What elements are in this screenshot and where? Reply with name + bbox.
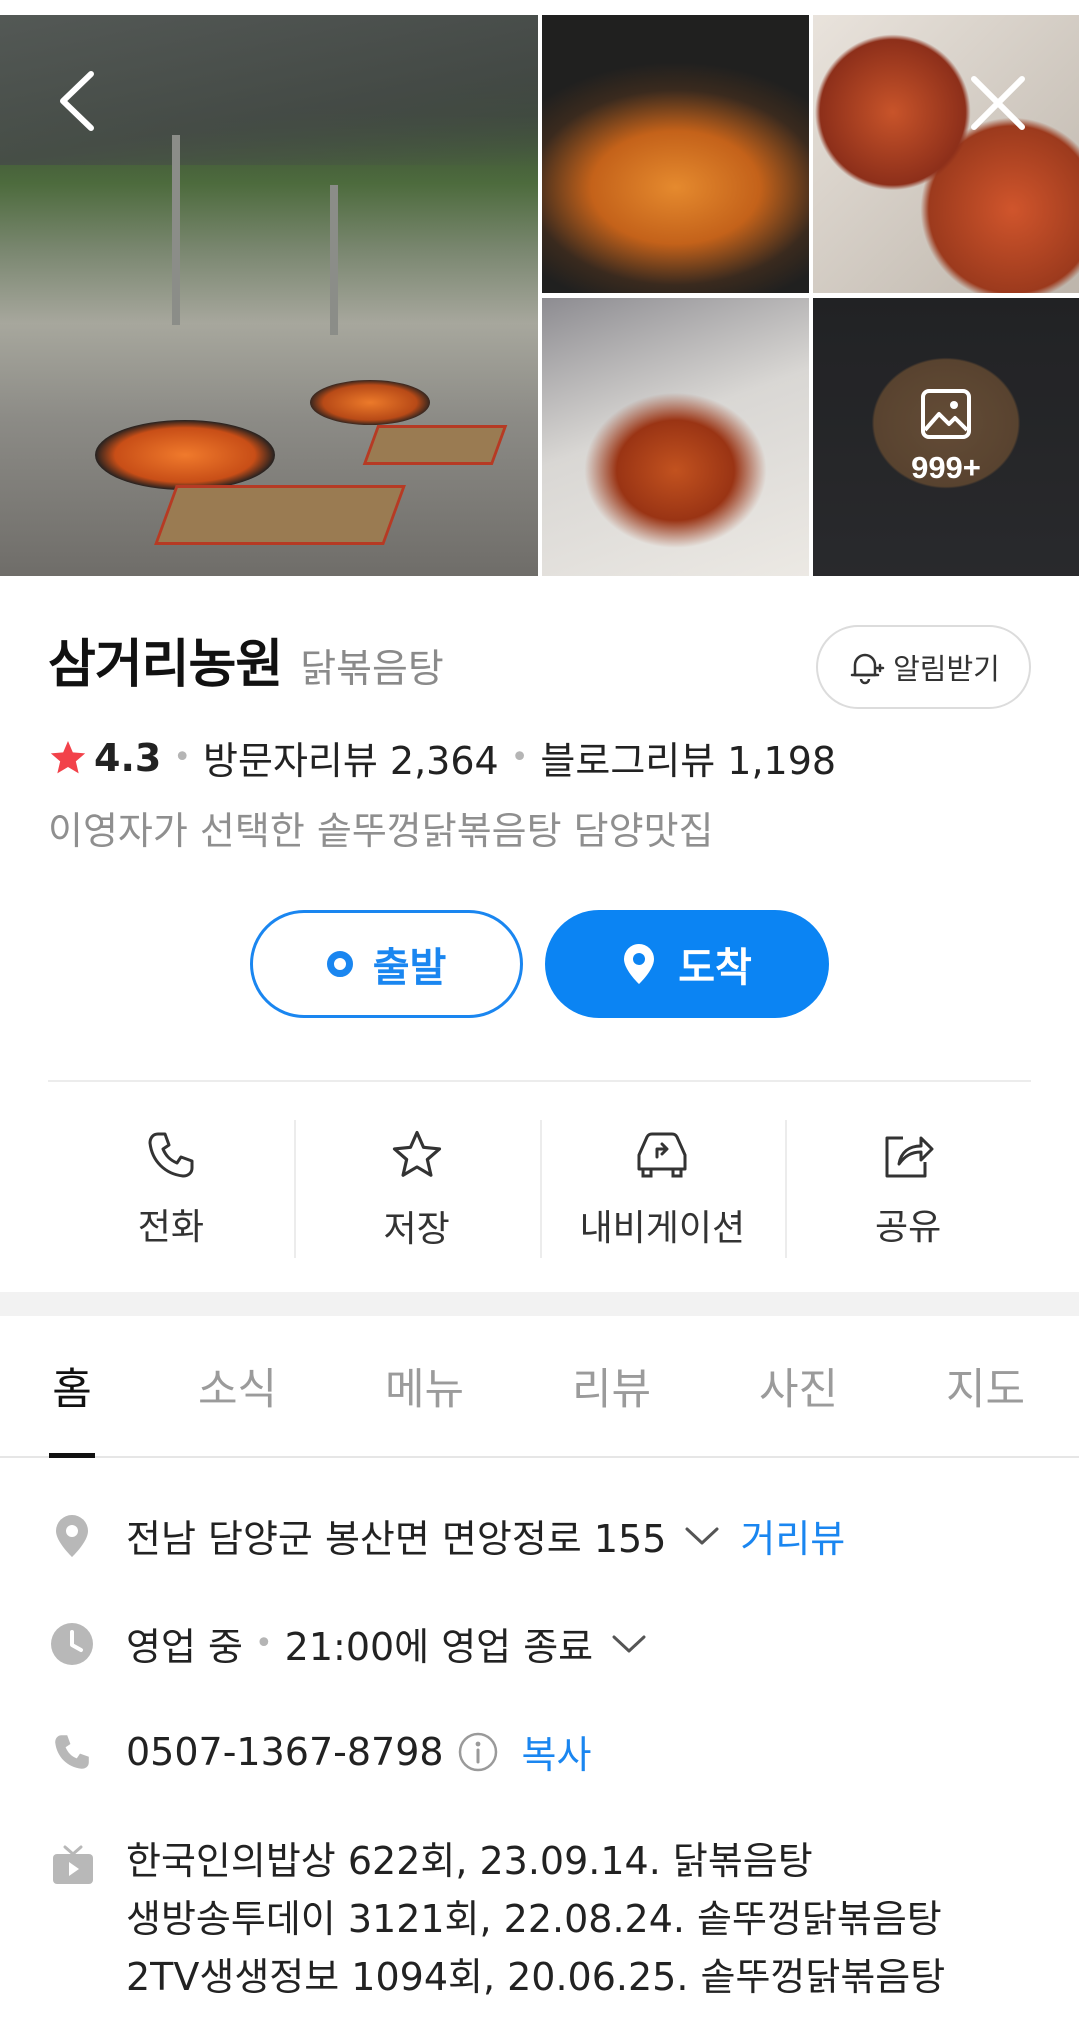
photo-main-pan bbox=[310, 380, 430, 425]
tab-menu[interactable]: 메뉴 bbox=[331, 1316, 518, 1456]
call-label: 전화 bbox=[137, 1207, 204, 1248]
navigation-button[interactable]: 내비게이션 bbox=[539, 1120, 786, 1260]
separator-dot: • bbox=[254, 1626, 273, 1661]
location-icon bbox=[48, 1513, 96, 1559]
place-name: 삼거리농원 bbox=[48, 635, 283, 695]
bell-plus-icon bbox=[850, 653, 885, 685]
place-category: 닭볶음탕 bbox=[300, 647, 444, 692]
tv-appearance-item: 2TV생생정보 1094회, 20.06.25. 솥뚜껑닭볶음탕 bbox=[126, 1955, 946, 1999]
origin-dot-icon bbox=[326, 951, 353, 977]
phone-icon bbox=[148, 1132, 194, 1178]
more-photos-button[interactable]: 999+ bbox=[813, 298, 1079, 576]
depart-button-label: 출발 bbox=[372, 945, 447, 991]
photo-main-pole bbox=[330, 185, 338, 335]
blog-reviews-link[interactable]: 블로그리뷰 1,198 bbox=[540, 730, 836, 785]
depart-button[interactable]: 출발 bbox=[250, 910, 523, 1018]
photo-thumb-2[interactable] bbox=[813, 15, 1079, 293]
chevron-left-icon bbox=[60, 71, 94, 131]
save-label: 저장 bbox=[383, 1209, 450, 1250]
clock-icon bbox=[48, 1622, 96, 1666]
street-view-link[interactable]: 거리뷰 bbox=[740, 1508, 845, 1563]
save-button[interactable]: 저장 bbox=[293, 1120, 540, 1260]
star-icon bbox=[392, 1130, 441, 1177]
tab-home[interactable]: 홈 bbox=[0, 1316, 144, 1456]
open-status: 영업 중 bbox=[126, 1625, 243, 1669]
photo-thumb-1[interactable] bbox=[542, 15, 809, 293]
car-icon bbox=[637, 1132, 687, 1178]
tv-icon bbox=[52, 1845, 94, 1889]
navigation-label: 내비게이션 bbox=[579, 1208, 746, 1249]
star-filled-icon bbox=[50, 740, 86, 773]
place-tagline: 이영자가 선택한 솥뚜껑닭볶음탕 담양맛집 bbox=[48, 809, 714, 853]
phone-filled-icon bbox=[48, 1732, 96, 1772]
section-separator bbox=[0, 1292, 1079, 1316]
phone-number[interactable]: 0507-1367-8798 bbox=[126, 1730, 444, 1774]
photo-thumb-3[interactable] bbox=[542, 298, 809, 576]
tab-reviews[interactable]: 리뷰 bbox=[518, 1316, 705, 1456]
copy-phone-link[interactable]: 복사 bbox=[522, 1724, 592, 1779]
alarm-button[interactable]: 알림받기 bbox=[816, 625, 1031, 709]
info-icon[interactable] bbox=[458, 1732, 498, 1772]
chevron-down-icon[interactable] bbox=[611, 1633, 647, 1655]
call-button[interactable]: 전화 bbox=[48, 1120, 294, 1260]
action-bar: 전화 저장 내비게이션 공유 bbox=[48, 1120, 1031, 1260]
photo-main-pan bbox=[95, 420, 275, 490]
tv-appearance-item: 한국인의밥상 622회, 23.09.14. 닭볶음탕 bbox=[126, 1839, 813, 1883]
alarm-button-label: 알림받기 bbox=[893, 652, 1000, 686]
share-icon bbox=[885, 1136, 934, 1178]
back-button[interactable] bbox=[55, 70, 103, 132]
tab-photos[interactable]: 사진 bbox=[705, 1316, 892, 1456]
tv-appearances-list: 한국인의밥상 622회, 23.09.14. 닭볶음탕 생방송투데이 3121회… bbox=[126, 1832, 945, 2006]
rating-score: 4.3 bbox=[94, 735, 162, 780]
photo-main-pole bbox=[172, 135, 180, 325]
separator-dot: • bbox=[173, 740, 192, 775]
arrive-button-label: 도착 bbox=[678, 945, 752, 991]
map-pin-icon bbox=[624, 944, 655, 984]
separator-dot: • bbox=[510, 740, 529, 775]
closing-time[interactable]: 21:00에 영업 종료 bbox=[285, 1616, 593, 1671]
hours-row: 영업 중 • 21:00에 영업 종료 bbox=[48, 1616, 1038, 1671]
share-button[interactable]: 공유 bbox=[785, 1120, 1031, 1260]
share-label: 공유 bbox=[875, 1207, 942, 1248]
close-icon bbox=[971, 76, 1025, 130]
photo-gallery[interactable]: 999+ bbox=[0, 15, 1079, 576]
tab-map[interactable]: 지도 bbox=[892, 1316, 1079, 1456]
tab-news[interactable]: 소식 bbox=[144, 1316, 331, 1456]
divider bbox=[48, 1080, 1031, 1082]
photo-main-table bbox=[362, 425, 508, 465]
more-photos-count: 999+ bbox=[911, 450, 981, 485]
address-row: 전남 담양군 봉산면 면앙정로 155 거리뷰 bbox=[48, 1508, 1038, 1563]
arrive-button[interactable]: 도착 bbox=[545, 910, 829, 1018]
close-button[interactable] bbox=[970, 75, 1026, 131]
photo-main-table bbox=[154, 485, 406, 545]
visitor-reviews-link[interactable]: 방문자리뷰 2,364 bbox=[203, 730, 499, 785]
chevron-down-icon[interactable] bbox=[684, 1525, 720, 1547]
tv-appearance-item: 생방송투데이 3121회, 22.08.24. 솥뚜껑닭볶음탕 bbox=[126, 1897, 942, 1941]
address-text[interactable]: 전남 담양군 봉산면 면앙정로 155 bbox=[126, 1508, 666, 1563]
phone-row: 0507-1367-8798 복사 bbox=[48, 1724, 1038, 1779]
tab-bar: 홈 소식 메뉴 리뷰 사진 지도 bbox=[0, 1316, 1079, 1458]
place-title-row: 삼거리농원 닭볶음탕 bbox=[48, 622, 444, 697]
image-icon bbox=[921, 389, 971, 439]
rating-row: 4.3 • 방문자리뷰 2,364 • 블로그리뷰 1,198 bbox=[48, 730, 836, 785]
